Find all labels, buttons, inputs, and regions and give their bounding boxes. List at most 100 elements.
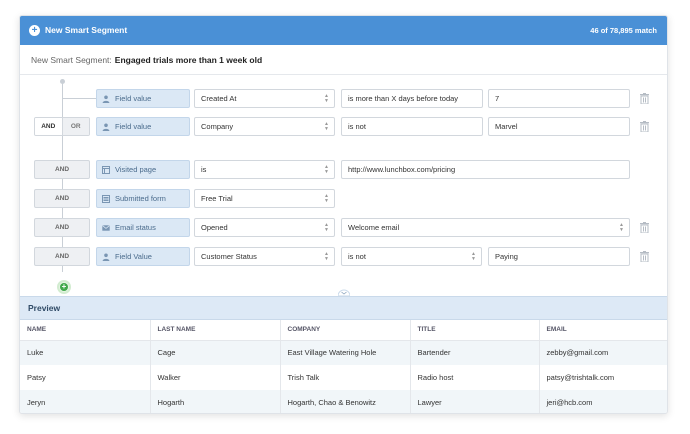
chevron-down-icon[interactable] (338, 288, 350, 296)
email-select[interactable]: Welcome email ▲ ▼ (341, 218, 630, 237)
rule-row: AND Submitted form Free Trial ▲ ▼ (20, 189, 667, 208)
segment-name-row[interactable]: New Smart Segment: Engaged trials more t… (20, 45, 667, 75)
table-cell: Walker (150, 365, 281, 390)
field-select-value: is (201, 165, 207, 174)
select-arrows-icon: ▲ ▼ (324, 121, 329, 132)
envelope-icon (102, 225, 110, 231)
rule-row: AND Field Value Customer Status ▲ ▼ is no… (20, 247, 667, 266)
field-select-value: Customer Status (201, 252, 257, 261)
rule-type-label: Visited page (115, 165, 157, 174)
trash-icon[interactable] (640, 251, 649, 262)
table-cell: Luke (20, 340, 151, 365)
value-input[interactable]: 7 (488, 89, 630, 108)
operator-select-value: is not (348, 252, 366, 261)
select-arrows-icon: ▲ ▼ (324, 251, 329, 262)
value-input[interactable]: Paying (488, 247, 630, 266)
operator-select[interactable]: is more than X days before today (341, 89, 483, 108)
table-row[interactable]: Patsy Walker Trish Talk Radio host patsy… (20, 365, 667, 390)
field-select-value: Created At (201, 94, 237, 103)
status-select-value: Opened (201, 223, 228, 232)
url-input[interactable]: http://www.lunchbox.com/pricing (341, 160, 630, 179)
table-row[interactable]: Luke Cage East Village Watering Hole Bar… (20, 340, 667, 365)
column-header[interactable]: COMPANY (280, 320, 411, 341)
rule-row: AND OR Field value Company ▲ ▼ is not Mar… (20, 117, 667, 136)
and-or-toggle[interactable]: AND OR (34, 117, 90, 136)
table-cell: Patsy (20, 365, 151, 390)
value-input-text: Paying (495, 252, 518, 261)
select-arrows-icon: ▲ ▼ (619, 222, 624, 233)
rule-type-tag[interactable]: Submitted form (96, 189, 190, 208)
select-arrows-icon: ▲ ▼ (324, 93, 329, 104)
header-title: New Smart Segment (45, 25, 128, 35)
table-cell: patsy@trishtalk.com (539, 365, 667, 390)
and-toggle[interactable]: AND (34, 160, 90, 179)
status-select[interactable]: Opened ▲ ▼ (194, 218, 335, 237)
column-header[interactable]: NAME (20, 320, 151, 341)
trash-icon[interactable] (640, 121, 649, 132)
value-input-text: 7 (495, 94, 500, 103)
rule-builder: Field value Created At ▲ ▼ is more than X… (20, 76, 667, 311)
table-cell: Bartender (410, 340, 540, 365)
form-select-value: Free Trial (201, 194, 233, 203)
smart-segment-card: + New Smart Segment 46 of 78,895 match N… (19, 15, 668, 414)
preview-table: NAME LAST NAME COMPANY TITLE EMAIL Luke … (20, 320, 667, 413)
table-cell: Jeryn (20, 390, 151, 413)
table-cell: Hogarth (150, 390, 281, 413)
add-rule-button[interactable]: + (57, 280, 71, 294)
rule-type-tag[interactable]: Visited page (96, 160, 190, 179)
select-arrows-icon: ▲ ▼ (324, 222, 329, 233)
rule-type-tag[interactable]: Field value (96, 117, 190, 136)
rule-type-label: Field value (115, 94, 152, 103)
table-cell: Radio host (410, 365, 540, 390)
column-header[interactable]: TITLE (410, 320, 540, 341)
page-icon (102, 166, 110, 174)
field-select[interactable]: is ▲ ▼ (194, 160, 335, 179)
rule-type-label: Field Value (115, 252, 152, 261)
and-toggle[interactable]: AND (34, 189, 90, 208)
field-select[interactable]: Created At ▲ ▼ (194, 89, 335, 108)
rule-row: AND Visited page is ▲ ▼ http://www.lunchb… (20, 160, 667, 179)
value-input[interactable]: Marvel (488, 117, 630, 136)
rule-type-label: Submitted form (115, 194, 166, 203)
field-select[interactable]: Company ▲ ▼ (194, 117, 335, 136)
table-row[interactable]: Jeryn Hogarth Hogarth, Chao & Benowitz L… (20, 390, 667, 413)
table-cell: Hogarth, Chao & Benowitz (280, 390, 411, 413)
column-header[interactable]: LAST NAME (150, 320, 281, 341)
and-option[interactable]: AND (35, 118, 62, 135)
operator-select[interactable]: is not (341, 117, 483, 136)
segment-name[interactable]: Engaged trials more than 1 week old (115, 55, 262, 65)
rule-type-label: Field value (115, 122, 152, 131)
plus-circle-icon: + (29, 25, 40, 36)
column-header[interactable]: EMAIL (539, 320, 667, 341)
operator-select-value: is not (348, 122, 366, 131)
rule-type-tag[interactable]: Field Value (96, 247, 190, 266)
rule-type-label: Email status (115, 223, 156, 232)
rule-row: Field value Created At ▲ ▼ is more than X… (20, 89, 667, 108)
and-toggle[interactable]: AND (34, 218, 90, 237)
rule-type-tag[interactable]: Field value (96, 89, 190, 108)
table-cell: Cage (150, 340, 281, 365)
rule-type-tag[interactable]: Email status (96, 218, 190, 237)
email-select-value: Welcome email (348, 223, 400, 232)
operator-select-value: is more than X days before today (348, 94, 459, 103)
url-input-text: http://www.lunchbox.com/pricing (348, 165, 456, 174)
form-select[interactable]: Free Trial ▲ ▼ (194, 189, 335, 208)
value-input-text: Marvel (495, 122, 518, 131)
table-cell: East Village Watering Hole (280, 340, 411, 365)
trash-icon[interactable] (640, 222, 649, 233)
person-icon (102, 253, 110, 261)
operator-select[interactable]: is not ▲ ▼ (341, 247, 482, 266)
table-cell: Trish Talk (280, 365, 411, 390)
trash-icon[interactable] (640, 93, 649, 104)
field-select[interactable]: Customer Status ▲ ▼ (194, 247, 335, 266)
table-cell: zebby@gmail.com (539, 340, 667, 365)
rule-row: AND Email status Opened ▲ ▼ Welcome email… (20, 218, 667, 237)
person-icon (102, 123, 110, 131)
or-option[interactable]: OR (61, 118, 89, 135)
match-count: 46 of 78,895 match (590, 26, 657, 35)
segment-header: + New Smart Segment 46 of 78,895 match (20, 16, 667, 45)
select-arrows-icon: ▲ ▼ (324, 164, 329, 175)
select-arrows-icon: ▲ ▼ (324, 193, 329, 204)
table-header-row: NAME LAST NAME COMPANY TITLE EMAIL (20, 320, 667, 341)
and-toggle[interactable]: AND (34, 247, 90, 266)
